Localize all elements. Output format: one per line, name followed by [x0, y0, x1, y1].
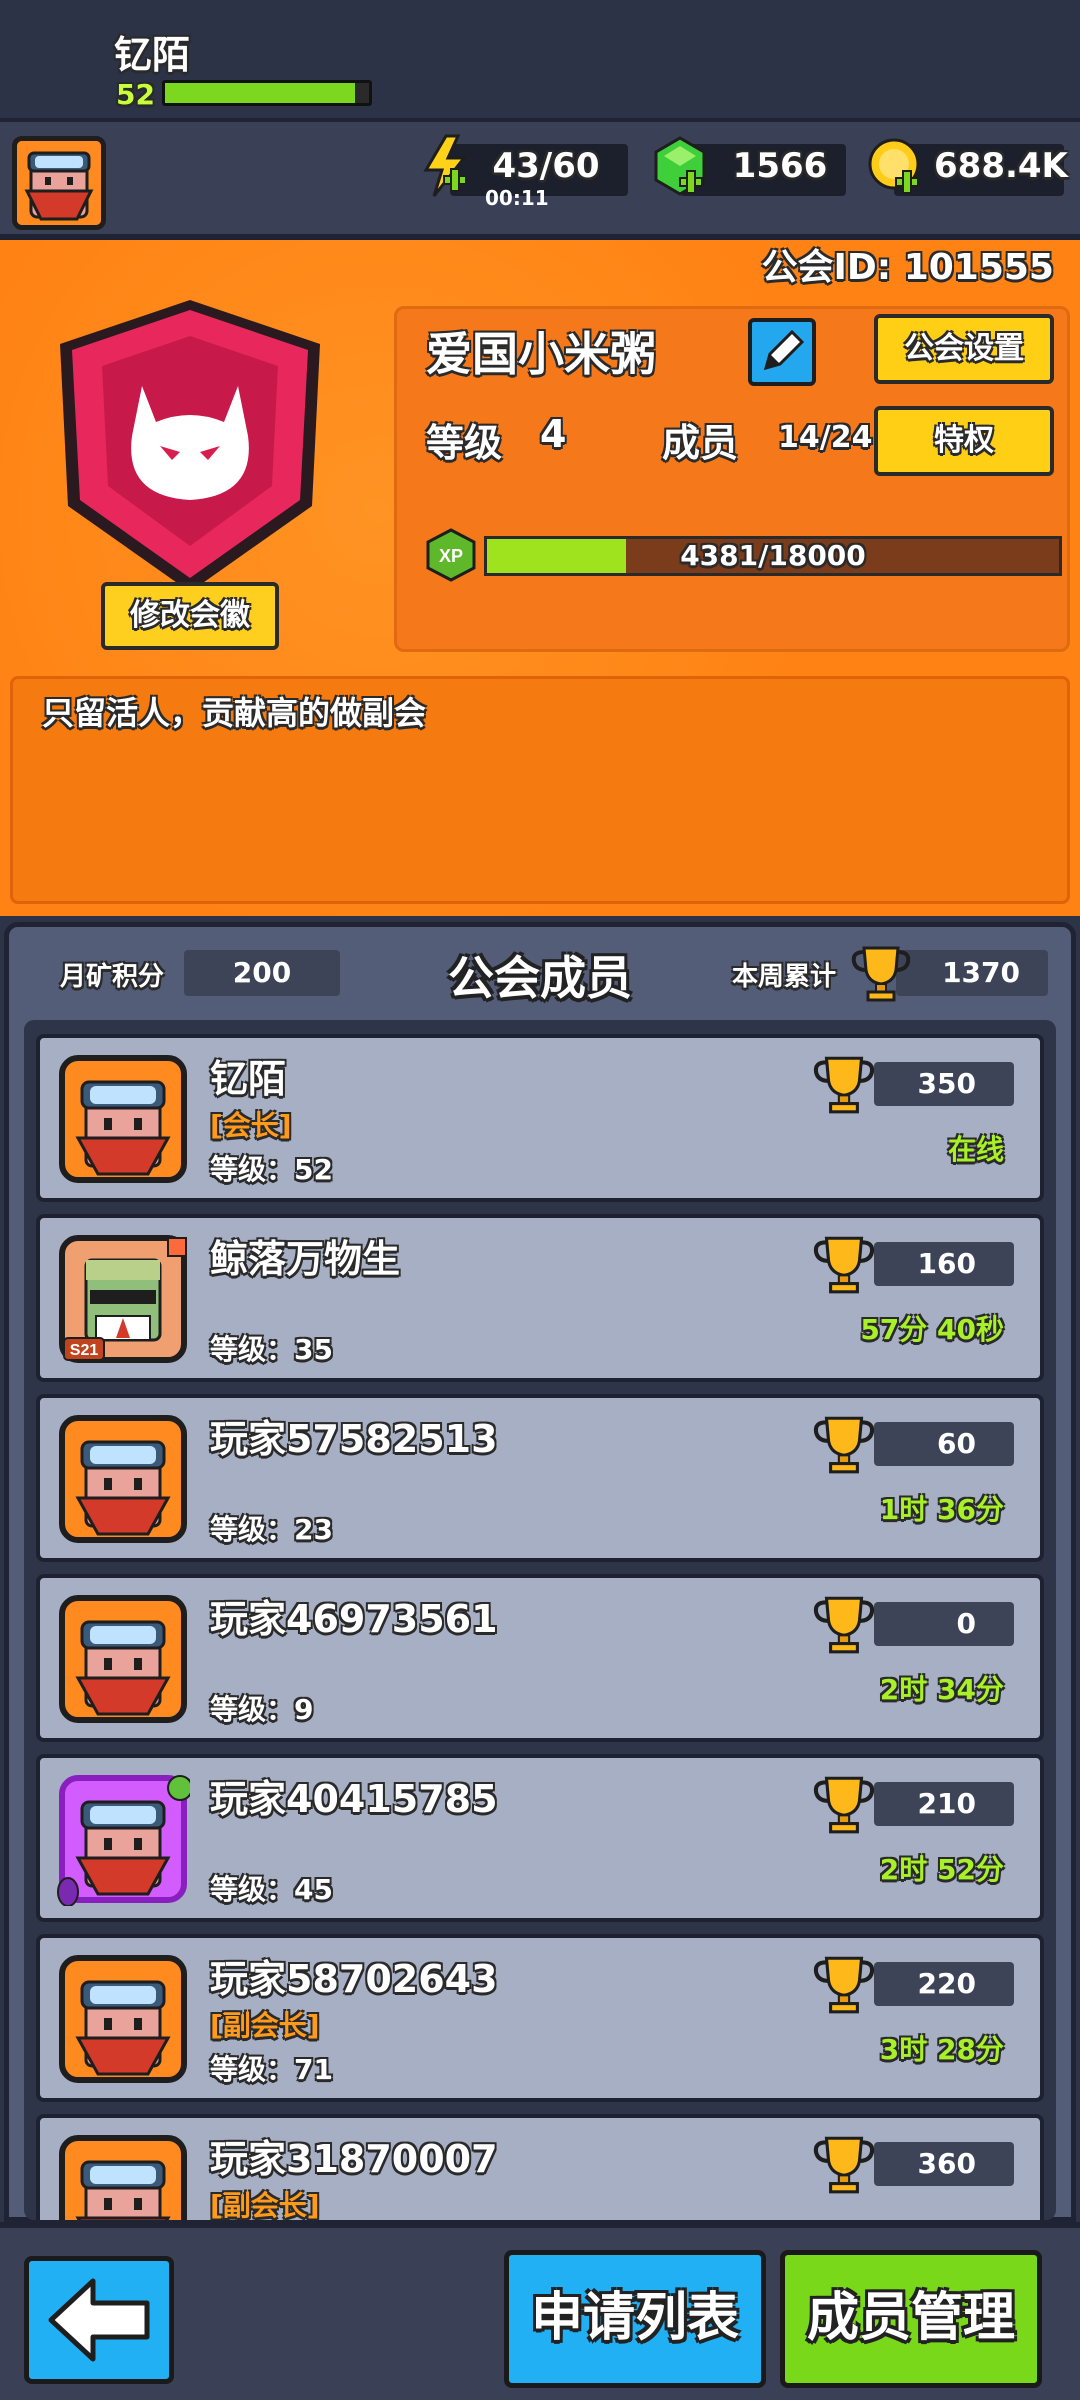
member-level: 等级：45	[210, 1873, 333, 1906]
member-trophies: 220	[874, 1962, 1014, 2006]
member-manage-button[interactable]: 成员管理	[780, 2250, 1042, 2388]
member-trophies: 0	[874, 1602, 1014, 1646]
member-avatar[interactable]	[56, 1952, 190, 2086]
trophy-icon	[810, 1050, 878, 1118]
player-name: 钇陌	[114, 33, 191, 77]
guild-perks-button[interactable]: 特权	[874, 406, 1054, 476]
guild-id: 公会ID: 101555	[761, 247, 1054, 288]
trophy-icon	[810, 1410, 878, 1478]
guild-name: 爱国小米粥	[426, 327, 656, 381]
member-avatar[interactable]	[56, 2132, 190, 2220]
member-level: 等级：9	[210, 1693, 314, 1726]
member-name: 鲸落万物生	[210, 1237, 401, 1281]
guild-xp-bar: 4381/18000	[484, 536, 1062, 576]
player-level: 52	[116, 78, 155, 111]
member-row[interactable]: 玩家31870007 [副会长] 360	[36, 2114, 1044, 2220]
gem-icon[interactable]	[650, 134, 710, 200]
member-level: 等级：71	[210, 2053, 333, 2086]
member-level: 等级：23	[210, 1513, 333, 1546]
guild-notice-text: 只留活人，贡献高的做副会	[42, 694, 427, 732]
trophy-icon	[810, 2130, 878, 2198]
member-online-status: 1时 36分	[879, 1493, 1004, 1526]
pencil-icon	[763, 329, 805, 371]
member-role: [副会长]	[210, 2009, 320, 2042]
trophy-icon	[851, 946, 911, 1002]
player-avatar[interactable]	[12, 136, 106, 230]
guild-members-label: 成员	[662, 421, 739, 465]
member-level: 等级：35	[210, 1333, 333, 1366]
svg-text:S21: S21	[70, 1342, 99, 1359]
member-name: 玩家40415785	[210, 1777, 498, 1821]
member-online-status: 2时 34分	[879, 1673, 1004, 1706]
gems-value: 1566	[732, 146, 828, 186]
back-button[interactable]	[24, 2256, 174, 2384]
guild-settings-button[interactable]: 公会设置	[874, 314, 1054, 384]
trophy-icon	[810, 1770, 878, 1838]
member-avatar[interactable]: S21	[56, 1232, 190, 1366]
member-list[interactable]: 钇陌 [会长] 等级：52 350 在线 S21 鲸落万物生等级：35 160 57分 40秒玩…	[24, 1020, 1056, 2220]
member-name: 玩家31870007	[210, 2137, 498, 2181]
coins-value: 688.4K	[934, 146, 1068, 186]
member-name: 钇陌	[210, 1057, 287, 1101]
member-role: [会长]	[210, 1109, 292, 1142]
back-arrow-icon	[48, 2278, 150, 2362]
guild-members-value: 14/24	[778, 420, 873, 455]
member-row[interactable]: 玩家58702643 [副会长] 等级：71 220 3时 28分	[36, 1934, 1044, 2102]
energy-bolt-icon[interactable]	[416, 134, 476, 200]
xp-icon-label: XP	[439, 546, 463, 566]
guild-badge-icon[interactable]	[52, 296, 328, 596]
member-trophies: 60	[874, 1422, 1014, 1466]
member-trophies: 210	[874, 1782, 1014, 1826]
monthly-mine-points-label: 月矿积分	[60, 962, 165, 992]
weekly-total-label: 本周累计	[732, 962, 837, 992]
member-avatar[interactable]	[56, 1592, 190, 1726]
member-trophies: 160	[874, 1242, 1014, 1286]
member-row[interactable]: 玩家40415785 等级：45 210 2时 52分	[36, 1754, 1044, 1922]
member-name: 玩家46973561	[210, 1597, 498, 1641]
member-name: 玩家57582513	[210, 1417, 498, 1461]
member-level: 等级：52	[210, 1153, 333, 1186]
guild-level-value: 4	[540, 412, 567, 456]
members-title: 公会成员	[448, 951, 632, 1005]
player-avatar-icon	[17, 141, 101, 225]
weekly-total-value: 1370	[896, 950, 1048, 996]
apply-list-button[interactable]: 申请列表	[504, 2250, 766, 2388]
member-trophies: 360	[874, 2142, 1014, 2186]
guild-xp-text: 4381/18000	[680, 539, 866, 572]
player-xp-bar	[162, 80, 372, 106]
member-name: 玩家58702643	[210, 1957, 498, 2001]
edit-guild-name-button[interactable]	[748, 318, 816, 386]
trophy-icon	[810, 1590, 878, 1658]
member-trophies: 350	[874, 1062, 1014, 1106]
player-xp-fill	[165, 83, 355, 103]
member-avatar[interactable]	[56, 1052, 190, 1186]
member-row[interactable]: 玩家57582513 等级：23 60 1时 36分	[36, 1394, 1044, 1562]
member-avatar[interactable]	[56, 1772, 193, 1907]
member-online-status: 在线	[947, 1133, 1004, 1166]
trophy-icon	[810, 1230, 878, 1298]
energy-value: 43/60	[492, 146, 600, 186]
member-avatar[interactable]	[56, 1412, 190, 1546]
energy-timer: 00:11	[485, 186, 549, 210]
xp-icon: XP	[426, 528, 476, 582]
trophy-icon	[810, 1950, 878, 2018]
member-online-status: 2时 52分	[879, 1853, 1004, 1886]
member-role: [副会长]	[210, 2189, 320, 2220]
monthly-mine-points-value: 200	[184, 950, 340, 996]
member-row[interactable]: 钇陌 [会长] 等级：52 350 在线	[36, 1034, 1044, 1202]
member-row[interactable]: S21 鲸落万物生等级：35 160 57分 40秒	[36, 1214, 1044, 1382]
guild-level-label: 等级	[426, 421, 503, 465]
member-row[interactable]: 玩家46973561 等级：9 0 2时 34分	[36, 1574, 1044, 1742]
change-badge-button[interactable]: 修改会徽	[101, 582, 279, 650]
member-online-status: 3时 28分	[879, 2033, 1004, 2066]
member-online-status: 57分 40秒	[860, 1313, 1004, 1346]
coin-icon[interactable]	[866, 134, 926, 200]
